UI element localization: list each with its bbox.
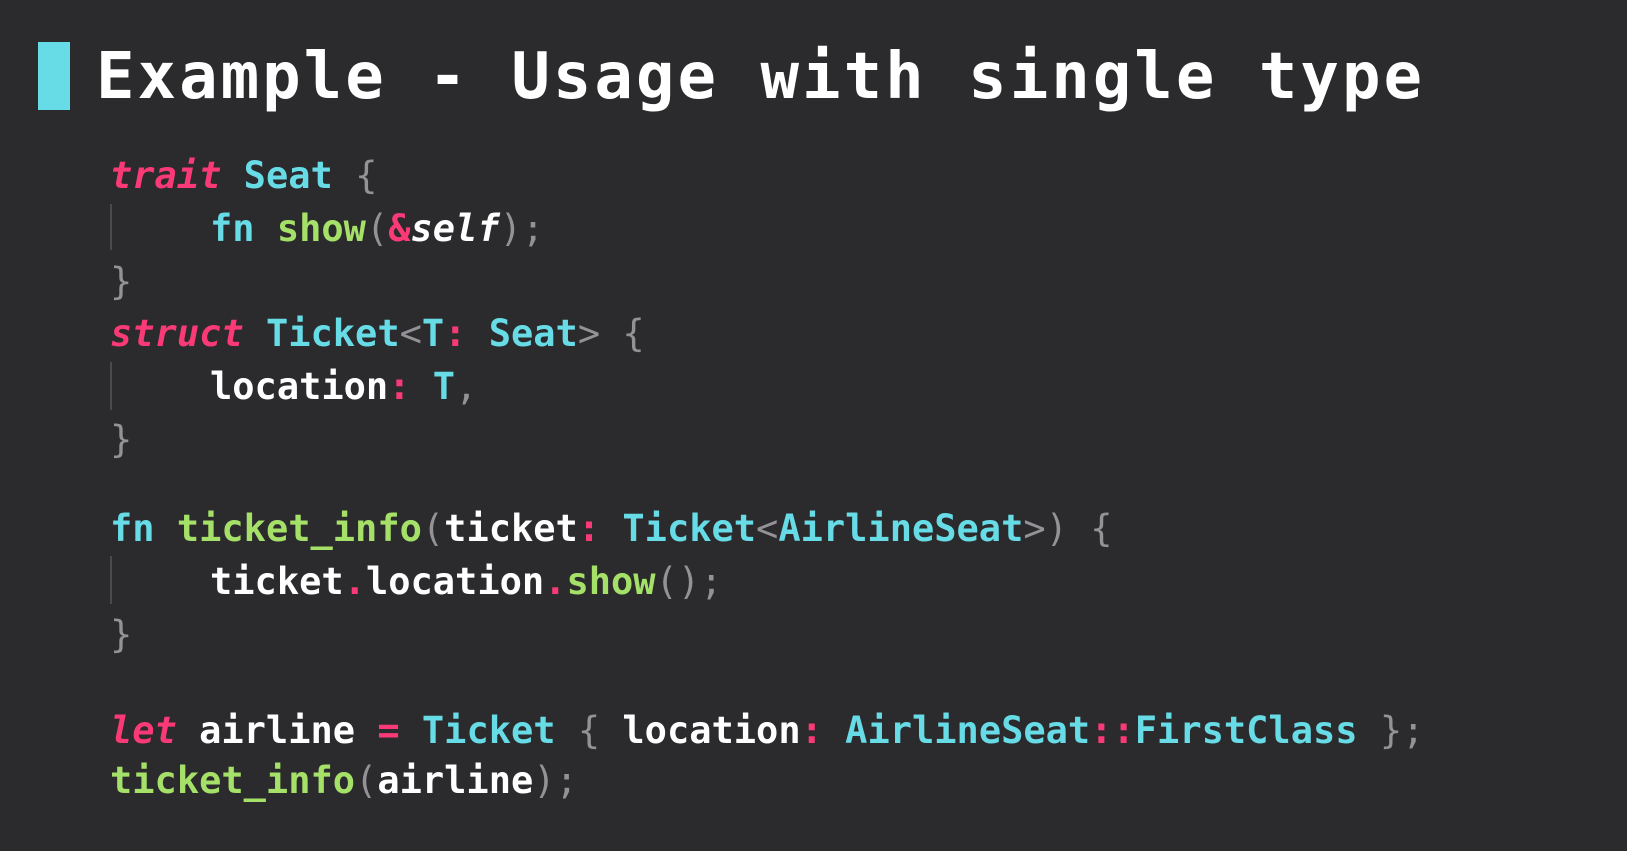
angle-close: > xyxy=(577,312,601,355)
close-brace: }; xyxy=(1379,709,1425,752)
colon: : xyxy=(577,507,601,550)
keyword-fn: fn xyxy=(110,507,155,550)
enum-variant: FirstClass xyxy=(1134,709,1358,752)
comma: , xyxy=(455,365,478,408)
enum-name: AirlineSeat xyxy=(845,709,1091,752)
title-accent-bar xyxy=(38,42,70,110)
code-line-2: fn show(&self); xyxy=(110,203,544,255)
self-param: self xyxy=(410,207,500,250)
open-paren: ( xyxy=(421,507,445,550)
object-name: ticket xyxy=(210,560,344,603)
keyword-let: let xyxy=(110,709,177,752)
field-access: location xyxy=(365,560,545,603)
colon: : xyxy=(388,365,411,408)
open-brace: { xyxy=(1090,507,1113,550)
code-line-3: } xyxy=(110,256,132,308)
open-brace: { xyxy=(355,154,378,197)
dot: . xyxy=(343,560,366,603)
method-name: show xyxy=(276,207,366,250)
open-paren: ( xyxy=(365,207,389,250)
angle-open: < xyxy=(399,312,422,355)
function-name: ticket_info xyxy=(176,507,422,550)
colon: : xyxy=(444,312,467,355)
code-line-10: let airline = Ticket { location: Airline… xyxy=(110,705,1424,757)
function-call: ticket_info xyxy=(110,759,356,802)
dot: . xyxy=(544,560,567,603)
argument: airline xyxy=(377,759,534,802)
trait-bound: Seat xyxy=(488,312,578,355)
keyword-fn: fn xyxy=(210,207,255,250)
code-line-11: ticket_info(airline); xyxy=(110,755,578,807)
close-brace: } xyxy=(110,613,133,656)
code-line-6: } xyxy=(110,414,132,466)
trait-name: Seat xyxy=(243,154,333,197)
close-paren: ) xyxy=(1045,507,1068,550)
field-name: location xyxy=(210,365,389,408)
open-paren: ( xyxy=(355,759,378,802)
open-brace: { xyxy=(622,312,645,355)
struct-name: Ticket xyxy=(265,312,400,355)
angle-open: < xyxy=(756,507,779,550)
call-parens: (); xyxy=(655,560,723,603)
equals: = xyxy=(377,709,400,752)
struct-type: Ticket xyxy=(421,709,556,752)
code-line-4: struct Ticket<T: Seat> { xyxy=(110,308,645,360)
code-line-5: location: T, xyxy=(110,361,477,413)
code-line-7: fn ticket_info(ticket: Ticket<AirlineSea… xyxy=(110,503,1113,555)
ampersand: & xyxy=(388,207,411,250)
field-name: location xyxy=(622,709,801,752)
param-name: ticket xyxy=(444,507,578,550)
type-param: T xyxy=(421,312,445,355)
colon: : xyxy=(800,709,823,752)
method-call: show xyxy=(566,560,656,603)
code-line-8: ticket.location.show(); xyxy=(110,556,722,608)
variable-name: airline xyxy=(199,709,356,752)
close-brace: } xyxy=(110,260,133,303)
close-paren: ); xyxy=(499,207,545,250)
keyword-struct: struct xyxy=(110,312,244,355)
open-brace: { xyxy=(577,709,601,752)
param-type: Ticket xyxy=(622,507,757,550)
code-line-1: trait Seat { xyxy=(110,150,377,202)
path-separator: :: xyxy=(1090,709,1135,752)
close-paren: ); xyxy=(533,759,578,802)
close-brace: } xyxy=(110,418,133,461)
keyword-trait: trait xyxy=(110,154,222,197)
angle-close: > xyxy=(1023,507,1046,550)
field-type: T xyxy=(432,365,456,408)
code-line-9: } xyxy=(110,609,132,661)
type-arg: AirlineSeat xyxy=(778,507,1024,550)
code-block: trait Seat { fn show(&self); } struct Ti… xyxy=(110,0,1610,851)
